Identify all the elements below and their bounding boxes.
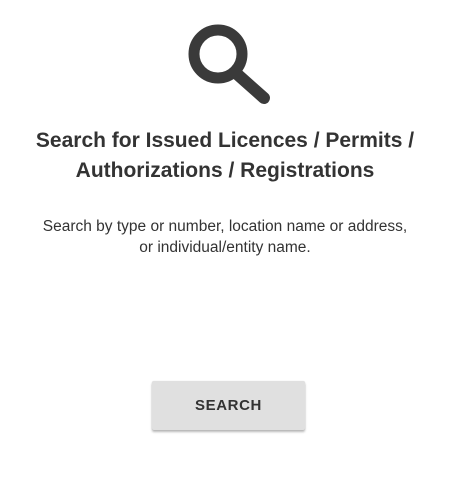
title-line-1: Search for Issued Licences / Permits / <box>35 129 415 152</box>
search-icon <box>180 18 280 108</box>
search-button[interactable]: SEARCH <box>152 381 305 430</box>
page-title: Search for Issued Licences / Permits / A… <box>0 126 450 186</box>
search-description: Search by type or number, location name … <box>42 218 408 256</box>
title-line-2: Authorizations / Registrations <box>75 159 375 182</box>
search-panel: Search for Issued Licences / Permits / A… <box>0 0 450 488</box>
